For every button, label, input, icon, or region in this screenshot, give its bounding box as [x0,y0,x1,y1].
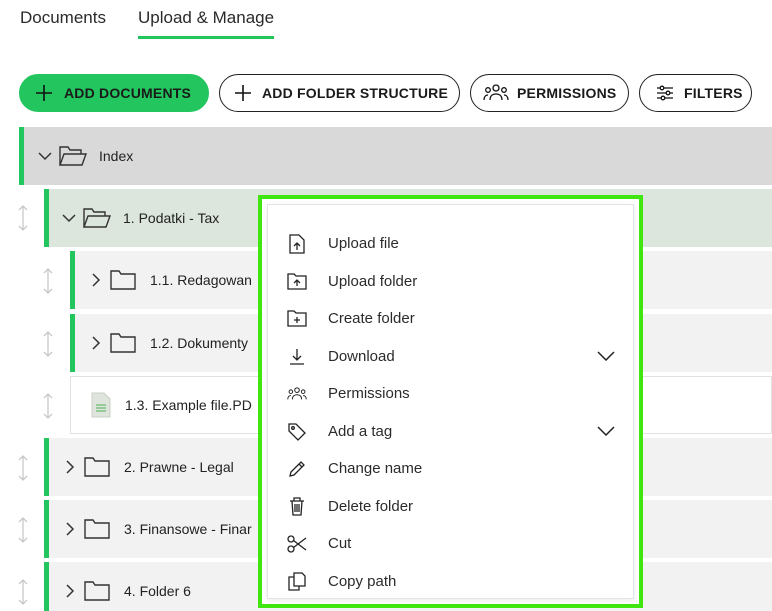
chevron-right-icon[interactable] [88,272,104,288]
pencil-icon [287,459,307,479]
add-documents-button[interactable]: ADD DOCUMENTS [19,74,209,112]
tree-label: 1. Podatki - Tax [123,210,220,226]
copy-icon [287,572,307,592]
drag-handle-icon[interactable] [41,391,55,421]
menu-item-label: Create folder [328,310,415,327]
sliders-icon [656,83,674,103]
folder-icon [110,269,138,291]
row-accent-bar [44,189,49,247]
menu-item-label: Copy path [328,573,397,590]
chevron-down-icon[interactable] [61,210,77,226]
tree-label: 1.3. Example file.PD [125,397,252,413]
tree-label: Index [99,148,134,164]
tree-label: 1.1. Redagowan [150,272,252,288]
menu-item-label: Delete folder [328,498,414,515]
menu-item-upload-folder[interactable]: Upload folder [268,263,633,300]
chevron-right-icon[interactable] [62,521,78,537]
menu-item-download[interactable]: Download [268,338,633,375]
menu-item-change-name[interactable]: Change name [268,450,633,487]
row-accent-bar [44,438,49,496]
add-documents-label: ADD DOCUMENTS [64,85,192,101]
menu-item-label: Download [328,348,395,365]
row-accent-bar [44,500,49,558]
tag-icon [287,422,307,442]
folder-open-icon [59,145,87,167]
chevron-right-icon[interactable] [62,459,78,475]
folder-icon [84,456,112,478]
folder-icon [84,518,112,540]
add-folder-structure-label: ADD FOLDER STRUCTURE [262,85,448,101]
permissions-button[interactable]: PERMISSIONS [470,74,629,112]
tree-label: 3. Finansowe - Finar [124,521,252,537]
tab-documents[interactable]: Documents [20,0,106,40]
drag-handle-icon[interactable] [16,203,30,233]
plus-icon [234,83,252,103]
row-accent-bar [70,314,75,372]
permissions-label: PERMISSIONS [517,85,617,101]
scissors-icon [287,534,307,554]
chevron-right-icon[interactable] [62,583,78,599]
folder-open-icon [83,207,111,229]
drag-handle-icon[interactable] [16,577,30,607]
chevron-down-icon[interactable] [597,423,615,439]
tree-label: 4. Folder 6 [124,583,191,599]
filters-button[interactable]: FILTERS [639,74,752,112]
folder-icon [110,332,138,354]
menu-item-add-tag[interactable]: Add a tag [268,413,633,450]
drag-handle-icon[interactable] [16,453,30,483]
plus-icon [34,83,54,103]
drag-handle-icon[interactable] [41,329,55,359]
folder-icon [84,580,112,602]
tree-row-index[interactable]: Index [19,127,772,185]
upload-file-icon [287,233,307,254]
row-accent-bar [19,127,24,185]
menu-item-delete-folder[interactable]: Delete folder [268,488,633,525]
menu-item-label: Cut [328,535,352,552]
menu-item-upload-file[interactable]: Upload file [268,225,633,262]
chevron-down-icon[interactable] [37,148,53,164]
filters-label: FILTERS [684,85,743,101]
menu-item-cut[interactable]: Cut [268,525,633,562]
menu-item-label: Add a tag [328,423,393,440]
download-icon [287,347,307,367]
create-folder-icon [287,309,307,329]
chevron-down-icon[interactable] [597,348,615,364]
drag-handle-icon[interactable] [41,266,55,296]
menu-item-create-folder[interactable]: Create folder [268,300,633,337]
tab-bar: Documents Upload & Manage [20,0,306,40]
menu-item-label: Upload folder [328,273,418,290]
row-accent-bar [44,562,49,611]
toolbar: ADD DOCUMENTS ADD FOLDER STRUCTURE PERMI… [19,74,752,112]
tab-upload-manage[interactable]: Upload & Manage [137,0,275,39]
context-menu: Upload file Upload folder Create folder [267,204,634,599]
menu-item-label: Change name [328,460,423,477]
drag-handle-icon[interactable] [16,515,30,545]
menu-item-copy-path[interactable]: Copy path [268,563,633,600]
file-icon [91,392,111,418]
menu-item-label: Permissions [328,385,410,402]
add-folder-structure-button[interactable]: ADD FOLDER STRUCTURE [219,74,460,112]
menu-item-label: Upload file [328,235,399,252]
users-icon [483,83,509,103]
chevron-right-icon[interactable] [88,335,104,351]
users-icon [287,384,307,404]
context-menu-highlight: Upload file Upload folder Create folder [258,195,643,608]
tree-label: 1.2. Dokumenty [150,335,249,351]
trash-icon [287,497,307,517]
upload-folder-icon [287,272,307,292]
row-accent-bar [70,251,75,309]
tree-label: 2. Prawne - Legal [124,459,234,475]
menu-item-permissions[interactable]: Permissions [268,375,633,412]
